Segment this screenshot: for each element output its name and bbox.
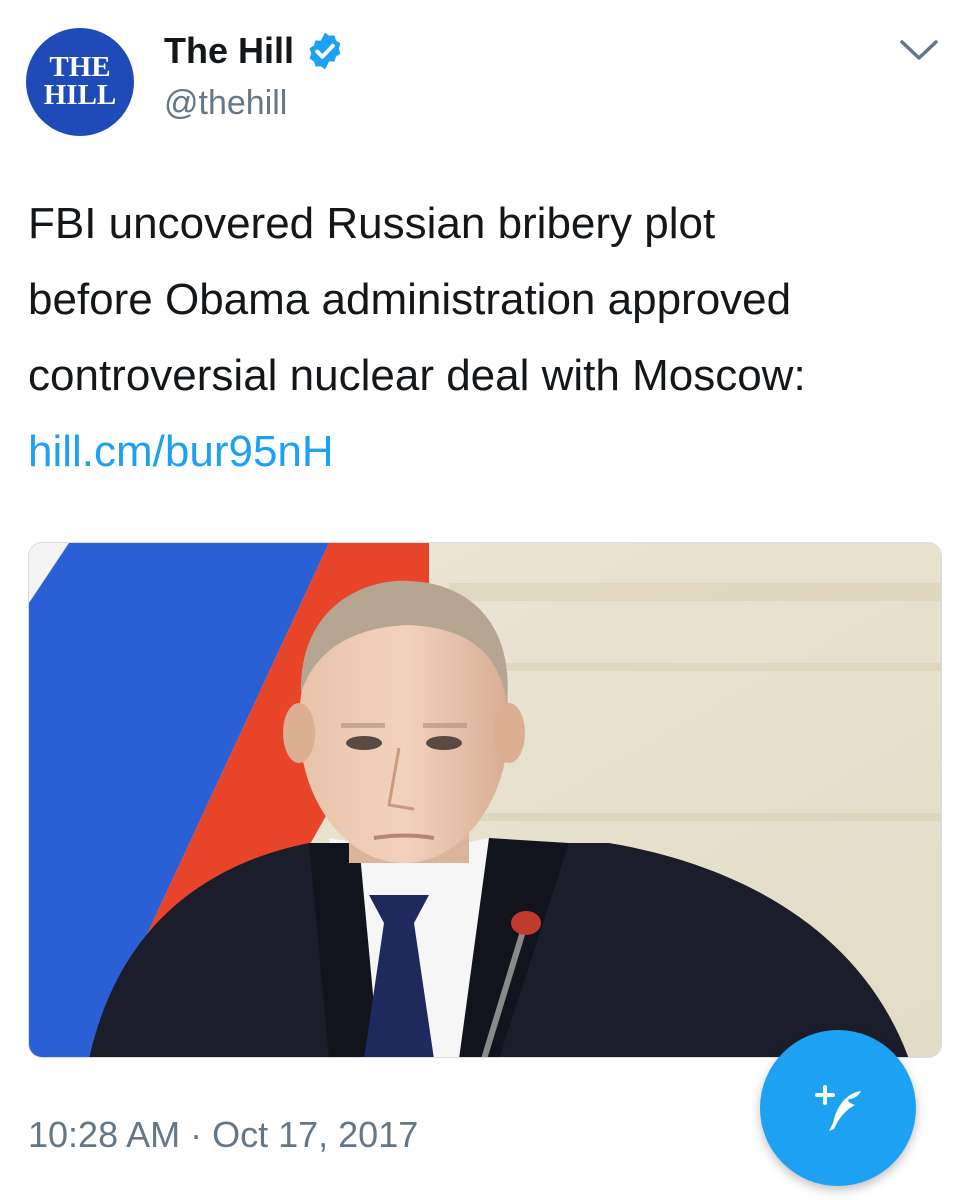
tweet-text-line: FBI uncovered Russian bribery plot [28,199,716,248]
tweet-text-line: controversial nuclear deal with Moscow: [28,351,806,400]
tweet-media-image[interactable] [28,542,942,1058]
tweet-text: FBI uncovered Russian bribery plot befor… [28,186,948,490]
chevron-down-icon[interactable] [899,38,939,62]
avatar-text-line1: THE [49,51,111,84]
compose-tweet-button[interactable] [760,1030,916,1186]
avatar[interactable]: THE HILL [26,28,134,136]
user-handle[interactable]: @thehill [164,84,287,123]
verified-badge-icon [309,32,341,70]
photo-illustration [29,543,941,1057]
tweet-link[interactable]: hill.cm/bur95nH [28,414,948,490]
tweet-text-line: before Obama administration approved [28,275,792,324]
avatar-text-line2: HILL [43,79,117,111]
display-name-row[interactable]: The Hill [164,30,346,72]
display-name[interactable]: The Hill [164,30,294,72]
compose-tweet-icon [815,1085,861,1131]
tweet-timestamp[interactable]: 10:28 AM · Oct 17, 2017 [28,1114,418,1156]
